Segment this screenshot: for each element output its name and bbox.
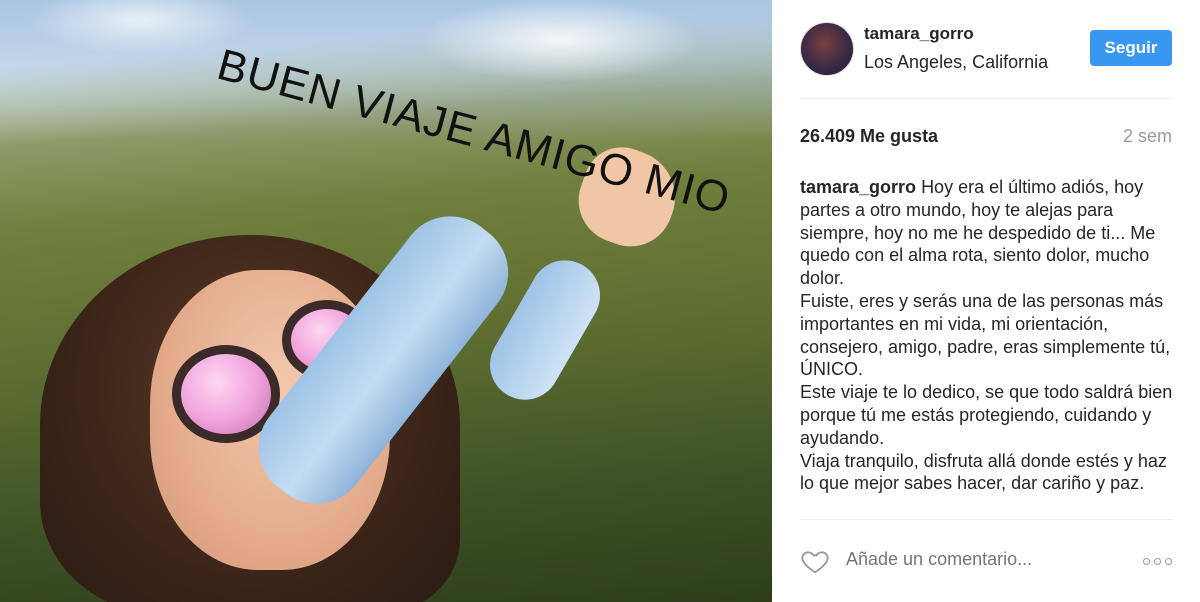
- post-sidebar: tamara_gorro Los Angeles, California Seg…: [772, 0, 1200, 602]
- post-time[interactable]: 2 sem: [1123, 126, 1172, 147]
- location-link[interactable]: Los Angeles, California: [864, 52, 1048, 73]
- more-dot: [1154, 558, 1161, 565]
- username-link[interactable]: tamara_gorro: [864, 24, 974, 44]
- heart-icon[interactable]: [800, 546, 830, 576]
- follow-button[interactable]: Seguir: [1090, 30, 1172, 66]
- more-dot: [1143, 558, 1150, 565]
- header-divider: [800, 98, 1172, 99]
- caption-paragraph-1: tamara_gorro Hoy era el último adiós, ho…: [800, 176, 1174, 290]
- avatar[interactable]: [800, 22, 854, 76]
- caption-paragraph-4: Viaja tranquilo, disfruta allá donde est…: [800, 450, 1167, 494]
- post-photo[interactable]: BUEN VIAJE AMIGO MIO: [0, 0, 772, 602]
- comment-input[interactable]: [846, 549, 1106, 570]
- more-dot: [1165, 558, 1172, 565]
- post-container: BUEN VIAJE AMIGO MIO tamara_gorro Los An…: [0, 0, 1200, 602]
- post-header: tamara_gorro Los Angeles, California Seg…: [772, 0, 1200, 98]
- caption-paragraph-2: Fuiste, eres y serás una de las personas…: [800, 290, 1171, 380]
- likes-count[interactable]: 26.409 Me gusta: [800, 126, 938, 147]
- caption-paragraph-3: Este viaje te lo dedico, se que todo sal…: [800, 382, 1173, 448]
- more-options-icon[interactable]: [1143, 558, 1172, 565]
- caption-username[interactable]: tamara_gorro: [800, 177, 916, 197]
- comment-row: [772, 520, 1200, 602]
- caption: tamara_gorro Hoy era el último adiós, ho…: [800, 176, 1174, 495]
